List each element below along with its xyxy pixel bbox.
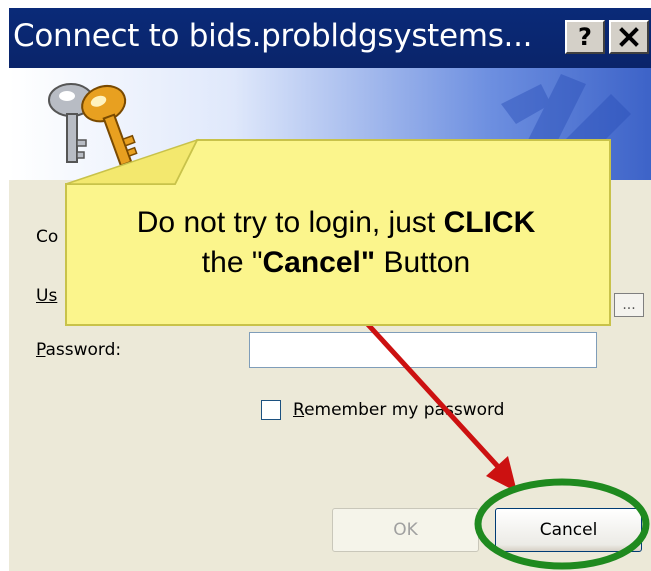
browse-users-button[interactable]: ... (614, 293, 644, 317)
callout-line-1-text: Do not try to login, just (136, 206, 444, 239)
callout-line-2-bold: Cancel" (262, 246, 376, 279)
callout-line-1-bold: CLICK (443, 206, 536, 239)
callout-line-2: the "Cancel" Button (66, 243, 606, 283)
window-title: Connect to bids.probldgsystems... (13, 18, 533, 54)
keys-icon (48, 83, 138, 167)
banner-decoration-icon (501, 74, 631, 174)
cancel-button[interactable]: Cancel (495, 508, 642, 552)
close-button[interactable] (609, 20, 649, 54)
help-button[interactable]: ? (565, 20, 605, 54)
connect-label: Co (36, 227, 59, 247)
connect-dialog: Connect to bids.probldgsystems... ? Co U… (9, 8, 651, 571)
remember-password-label-rest: emember my password (304, 400, 505, 420)
callout-line-2-post: Button (375, 246, 471, 279)
callout-line-2-pre: the " (201, 246, 263, 279)
password-input[interactable] (249, 332, 597, 368)
title-bar[interactable]: Connect to bids.probldgsystems... ? (9, 8, 651, 68)
header-banner (9, 68, 651, 180)
remember-password-label: Remember my password (293, 400, 505, 420)
ok-button[interactable]: OK (332, 508, 479, 552)
callout-text: Do not try to login, just CLICK the "Can… (66, 203, 606, 283)
remember-password-checkbox[interactable] (261, 400, 281, 420)
callout-line-1: Do not try to login, just CLICK (66, 203, 606, 243)
password-label: Password: (36, 340, 122, 360)
username-label: Us (36, 286, 58, 306)
close-icon (619, 27, 639, 47)
password-label-rest: assword: (45, 340, 122, 360)
